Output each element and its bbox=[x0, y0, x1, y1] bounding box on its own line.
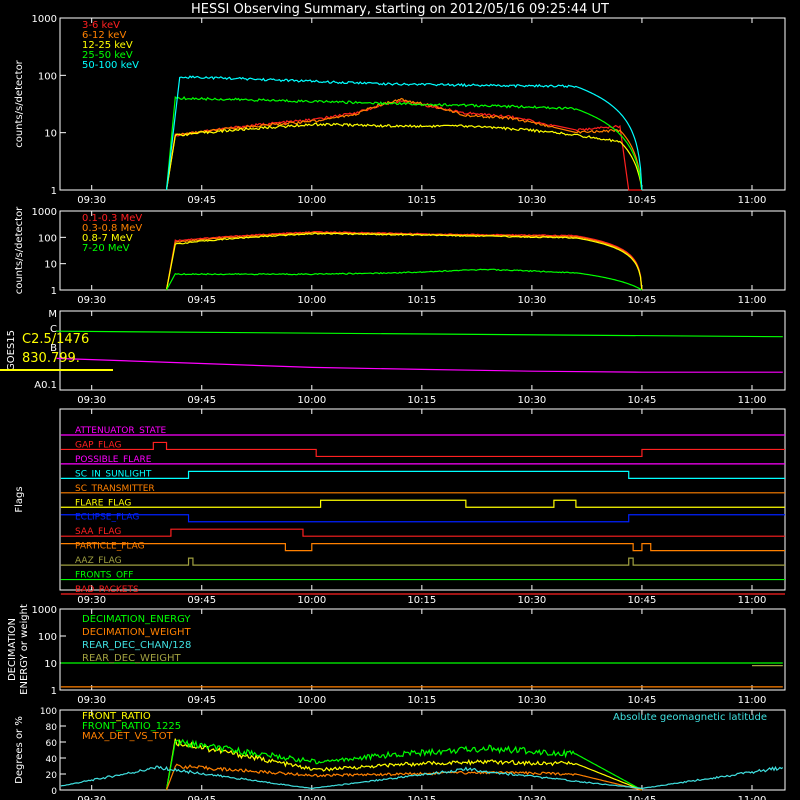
legend-entry: 50-100 keV bbox=[82, 60, 139, 71]
x-tick-label: 09:45 bbox=[187, 795, 216, 800]
y-tick-label: 1 bbox=[51, 686, 57, 697]
y-axis-label: counts/s/detector bbox=[14, 206, 25, 294]
y-tick-label: A0.1 bbox=[34, 380, 57, 391]
y-tick-label: 1000 bbox=[32, 14, 57, 25]
x-tick-label: 10:15 bbox=[407, 295, 436, 306]
figure-background bbox=[0, 0, 800, 800]
x-tick-label: 09:45 bbox=[187, 295, 216, 306]
annotation-goes-class: C2.5/1476 bbox=[22, 332, 89, 347]
x-tick-label: 10:30 bbox=[517, 795, 546, 800]
x-tick-label: 09:45 bbox=[187, 195, 216, 206]
legend-entry: 7-20 MeV bbox=[82, 243, 130, 254]
x-tick-label: 09:30 bbox=[77, 395, 106, 406]
legend-entry: REAR_DEC_CHAN/128 bbox=[82, 640, 191, 651]
x-tick-label: 10:30 bbox=[517, 695, 546, 706]
y-tick-label: 60 bbox=[46, 739, 58, 749]
y-tick-label: 100 bbox=[40, 707, 57, 717]
y-tick-label: 10 bbox=[44, 659, 57, 670]
y-tick-label: 10 bbox=[44, 260, 57, 271]
y-tick-label: 40 bbox=[46, 755, 58, 765]
x-tick-label: 11:00 bbox=[738, 195, 767, 206]
x-tick-label: 09:30 bbox=[77, 795, 106, 800]
x-tick-label: 10:15 bbox=[407, 795, 436, 800]
x-tick-label: 10:45 bbox=[628, 295, 657, 306]
legend-entry: DECIMATION_WEIGHT bbox=[82, 627, 191, 638]
annotation-goes-value: 830.799. bbox=[22, 351, 80, 366]
y-tick-label: 100 bbox=[38, 71, 57, 82]
x-tick-label: 10:00 bbox=[297, 695, 326, 706]
x-tick-label: 10:00 bbox=[297, 795, 326, 800]
x-tick-label: 09:30 bbox=[77, 695, 106, 706]
hessi-summary-figure: HESSI Observing Summary, starting on 201… bbox=[0, 0, 800, 800]
y-tick-label: 1000 bbox=[32, 605, 57, 616]
y-tick-label: M bbox=[48, 309, 57, 320]
figure-title: HESSI Observing Summary, starting on 201… bbox=[191, 2, 609, 17]
y-tick-label: 1 bbox=[51, 286, 57, 297]
y-axis-label: counts/s/detector bbox=[14, 59, 25, 147]
x-tick-label: 09:45 bbox=[187, 595, 216, 606]
x-tick-label: 11:00 bbox=[738, 295, 767, 306]
y-tick-label: 10 bbox=[44, 129, 57, 140]
x-tick-label: 10:00 bbox=[297, 195, 326, 206]
x-tick-label: 10:45 bbox=[628, 395, 657, 406]
x-tick-label: 10:30 bbox=[517, 395, 546, 406]
y-axis-label: DECIMATION bbox=[7, 618, 18, 681]
legend-entry: DECIMATION_ENERGY bbox=[82, 614, 191, 625]
y-tick-label: 80 bbox=[46, 723, 58, 733]
y-tick-label: 100 bbox=[38, 632, 57, 643]
y-axis-label: GOES15 bbox=[6, 330, 17, 371]
y-axis-label: Flags bbox=[14, 486, 25, 512]
legend-entry: REAR_DEC_WEIGHT bbox=[82, 653, 181, 664]
x-tick-label: 11:00 bbox=[738, 795, 767, 800]
x-tick-label: 11:00 bbox=[738, 595, 767, 606]
x-tick-label: 11:00 bbox=[738, 395, 767, 406]
y-axis-label: Degrees or % bbox=[14, 716, 25, 784]
x-tick-label: 09:30 bbox=[77, 295, 106, 306]
x-tick-label: 09:45 bbox=[187, 395, 216, 406]
x-tick-label: 10:15 bbox=[407, 695, 436, 706]
x-tick-label: 10:15 bbox=[407, 395, 436, 406]
x-tick-label: 10:45 bbox=[628, 795, 657, 800]
x-tick-label: 10:30 bbox=[517, 295, 546, 306]
x-tick-label: 10:00 bbox=[297, 595, 326, 606]
x-tick-label: 10:45 bbox=[628, 695, 657, 706]
x-tick-label: 11:00 bbox=[738, 695, 767, 706]
x-tick-label: 10:00 bbox=[297, 395, 326, 406]
x-tick-label: 09:30 bbox=[77, 195, 106, 206]
x-tick-label: 10:30 bbox=[517, 595, 546, 606]
legend-entry: MAX_DET_VS_TOT bbox=[82, 731, 174, 742]
x-tick-label: 10:45 bbox=[628, 195, 657, 206]
y-tick-label: 0 bbox=[51, 787, 57, 797]
annotation-geomag: Absolute geomagnetic latitude bbox=[613, 712, 767, 723]
y-tick-label: 1 bbox=[51, 186, 57, 197]
x-tick-label: 10:30 bbox=[517, 195, 546, 206]
y-tick-label: 20 bbox=[46, 771, 58, 781]
x-tick-label: 10:00 bbox=[297, 295, 326, 306]
x-tick-label: 10:15 bbox=[407, 195, 436, 206]
x-tick-label: 10:45 bbox=[628, 595, 657, 606]
x-tick-label: 10:15 bbox=[407, 595, 436, 606]
x-tick-label: 09:30 bbox=[77, 595, 106, 606]
y-tick-label: 100 bbox=[38, 233, 57, 244]
y-axis-label: ENERGY or weight bbox=[19, 604, 30, 695]
x-tick-label: 09:45 bbox=[187, 695, 216, 706]
y-tick-label: 1000 bbox=[32, 207, 57, 218]
